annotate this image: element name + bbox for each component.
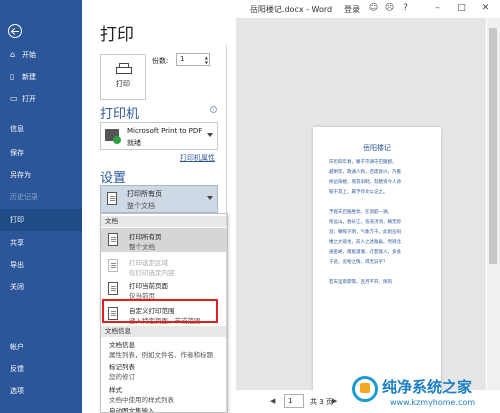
highlight-box [102, 299, 218, 323]
preview-line: 赋于其上，属予作文以记之。 [329, 190, 388, 195]
print-button-label: 打印 [116, 80, 130, 88]
settings-heading: 设置 [100, 171, 127, 186]
back-arrow-icon[interactable] [8, 24, 22, 38]
sidebar-item-options[interactable]: 选项 [0, 380, 82, 402]
sidebar-item-share[interactable]: 共享 [0, 232, 82, 254]
minimize-icon[interactable]: – [432, 3, 443, 14]
home-icon: ⌂ [10, 50, 16, 59]
copies-stepper[interactable]: 1 ▲ ▼ [176, 53, 210, 66]
page-title: 打印 [100, 25, 134, 45]
printer-icon [116, 63, 132, 76]
watermark: 纯净系统之家 www.kzmyhome.com [350, 374, 500, 413]
menu-option-print-all[interactable]: 打印所有页 整个文档 [101, 228, 227, 252]
menu-section-document: 文档 [101, 216, 227, 227]
login-link[interactable]: 登录 [344, 4, 360, 15]
chevron-down-icon [207, 196, 213, 200]
info-icon[interactable]: i [210, 106, 217, 113]
preview-line: 楼之大观也，前人之述备矣。然则北 [329, 240, 401, 245]
menu-option-doc-info-desc: 属性列表，例如文件名、作者和标题 [109, 351, 213, 359]
selection-doc-icon [108, 259, 118, 272]
range-title: 打印所有页 [127, 190, 162, 198]
sidebar-item-account[interactable]: 帐户 [0, 336, 82, 358]
watermark-logo-icon [352, 376, 378, 402]
sidebar-item-history: 历史记录 [10, 193, 38, 201]
spin-arrows-icon[interactable]: ▲ ▼ [205, 55, 208, 65]
printer-status: 就绪 [127, 139, 141, 147]
menu-option-print-selection: 打印选定区域 仅打印选定内容 [101, 254, 227, 278]
sidebar-item-print[interactable]: 打印 [0, 209, 82, 231]
sidebar-item-new[interactable]: ▯ 新建 [0, 66, 82, 88]
frown-feedback-icon[interactable]: ☹ [384, 3, 395, 14]
menu-option-markup[interactable]: 标记列表 [109, 361, 135, 371]
print-range-select[interactable]: 打印所有页 整个文档 [100, 185, 218, 213]
menu-section-doc-info: 文档信息 [101, 326, 227, 337]
sidebar-item-export[interactable]: 导出 [0, 254, 82, 276]
menu-option-markup-desc: 您的修订 [109, 373, 135, 381]
preview-doc-title: 岳阳楼记 [363, 144, 391, 152]
menu-option-styles[interactable]: 样式 [109, 384, 122, 394]
smile-feedback-icon[interactable]: ☺ [368, 3, 379, 14]
range-subtitle: 整个文档 [127, 202, 155, 210]
sidebar-item-open[interactable]: ▭ 打开 [0, 88, 82, 110]
document-icon [108, 233, 118, 246]
preview-line: 予观夫巴陵胜状，在洞庭一湖。 [329, 210, 392, 215]
preview-line: 通巫峡，南极潇湘，迁客骚人，多会 [329, 250, 401, 255]
copies-label: 份数: [152, 57, 169, 65]
sidebar-item-save-as[interactable]: 另存为 [0, 164, 82, 186]
watermark-url: www.kzmyhome.com [390, 398, 476, 407]
document-icon [107, 192, 117, 205]
printer-heading: 打印机 [100, 107, 140, 122]
menu-option-autotext[interactable]: 自动图文集输入 [109, 405, 155, 412]
printer-properties-link[interactable]: 打印机属性 [180, 153, 215, 163]
sidebar-item-save[interactable]: 保存 [0, 142, 82, 164]
watermark-name: 纯净系统之家 [382, 378, 473, 396]
backstage-sidebar: ⌂ 开始 ▯ 新建 ▭ 打开 信息 保存 另存为 历史记录 打印 共享 导出 关闭 帐… [0, 0, 82, 413]
maximize-icon[interactable]: □ [456, 3, 467, 14]
page-number-input[interactable]: 1 [284, 394, 304, 408]
menu-option-doc-info[interactable]: 文档信息 [109, 339, 135, 349]
preview-line: 衔远山，吞长江，浩浩汤汤，横无际 [329, 220, 401, 225]
preview-line: 越明年，政通人和，百废具兴，乃重 [329, 170, 401, 175]
current-page-icon [108, 282, 118, 295]
preview-page: 岳阳楼记 庆历四年春，滕子京谪守巴陵郡。 越明年，政通人和，百废具兴，乃重 修岳… [313, 127, 441, 397]
close-icon[interactable]: ✕ [480, 3, 491, 14]
open-folder-icon: ▭ [10, 94, 18, 103]
preview-line: 修岳阳楼，增其旧制，刻唐贤今人诗 [329, 180, 401, 185]
pane-divider [226, 45, 227, 413]
scrollbar-thumb[interactable] [489, 28, 497, 264]
preview-line: 于此，览物之情，得无异乎？ [329, 260, 388, 265]
title-bar: 岳阳楼记.docx - Word 登录 ☺ ☹ ? – □ ✕ [82, 0, 500, 18]
menu-option-print-current[interactable]: 打印当前页面 仅当前页 [101, 277, 227, 301]
sidebar-item-home[interactable]: ⌂ 开始 [0, 44, 82, 66]
help-icon[interactable]: ? [400, 3, 411, 14]
sidebar-item-close[interactable]: 关闭 [0, 276, 82, 298]
sidebar-item-feedback[interactable]: 反馈 [0, 358, 82, 380]
sidebar-item-info[interactable]: 信息 [0, 118, 82, 140]
menu-option-styles-desc: 文档中使用的样式列表 [109, 396, 174, 404]
printer-name: Microsoft Print to PDF [127, 127, 203, 135]
prev-page-icon[interactable]: ◀ [270, 397, 275, 405]
preview-line: 若夫淫雨霏霏，连月不开，阴风 [329, 280, 392, 285]
new-doc-icon: ▯ [10, 72, 15, 81]
preview-line: 庆历四年春，滕子京谪守巴陵郡。 [329, 160, 397, 165]
page-total: 共 3 页 [310, 398, 333, 406]
preview-line: 涯；朝晖夕阴，气象万千。此则岳阳 [329, 230, 401, 235]
chevron-down-icon [207, 133, 213, 137]
ready-check-icon [113, 136, 121, 144]
printer-select[interactable]: Microsoft Print to PDF 就绪 [100, 122, 218, 150]
print-button[interactable]: 打印 [100, 54, 146, 100]
